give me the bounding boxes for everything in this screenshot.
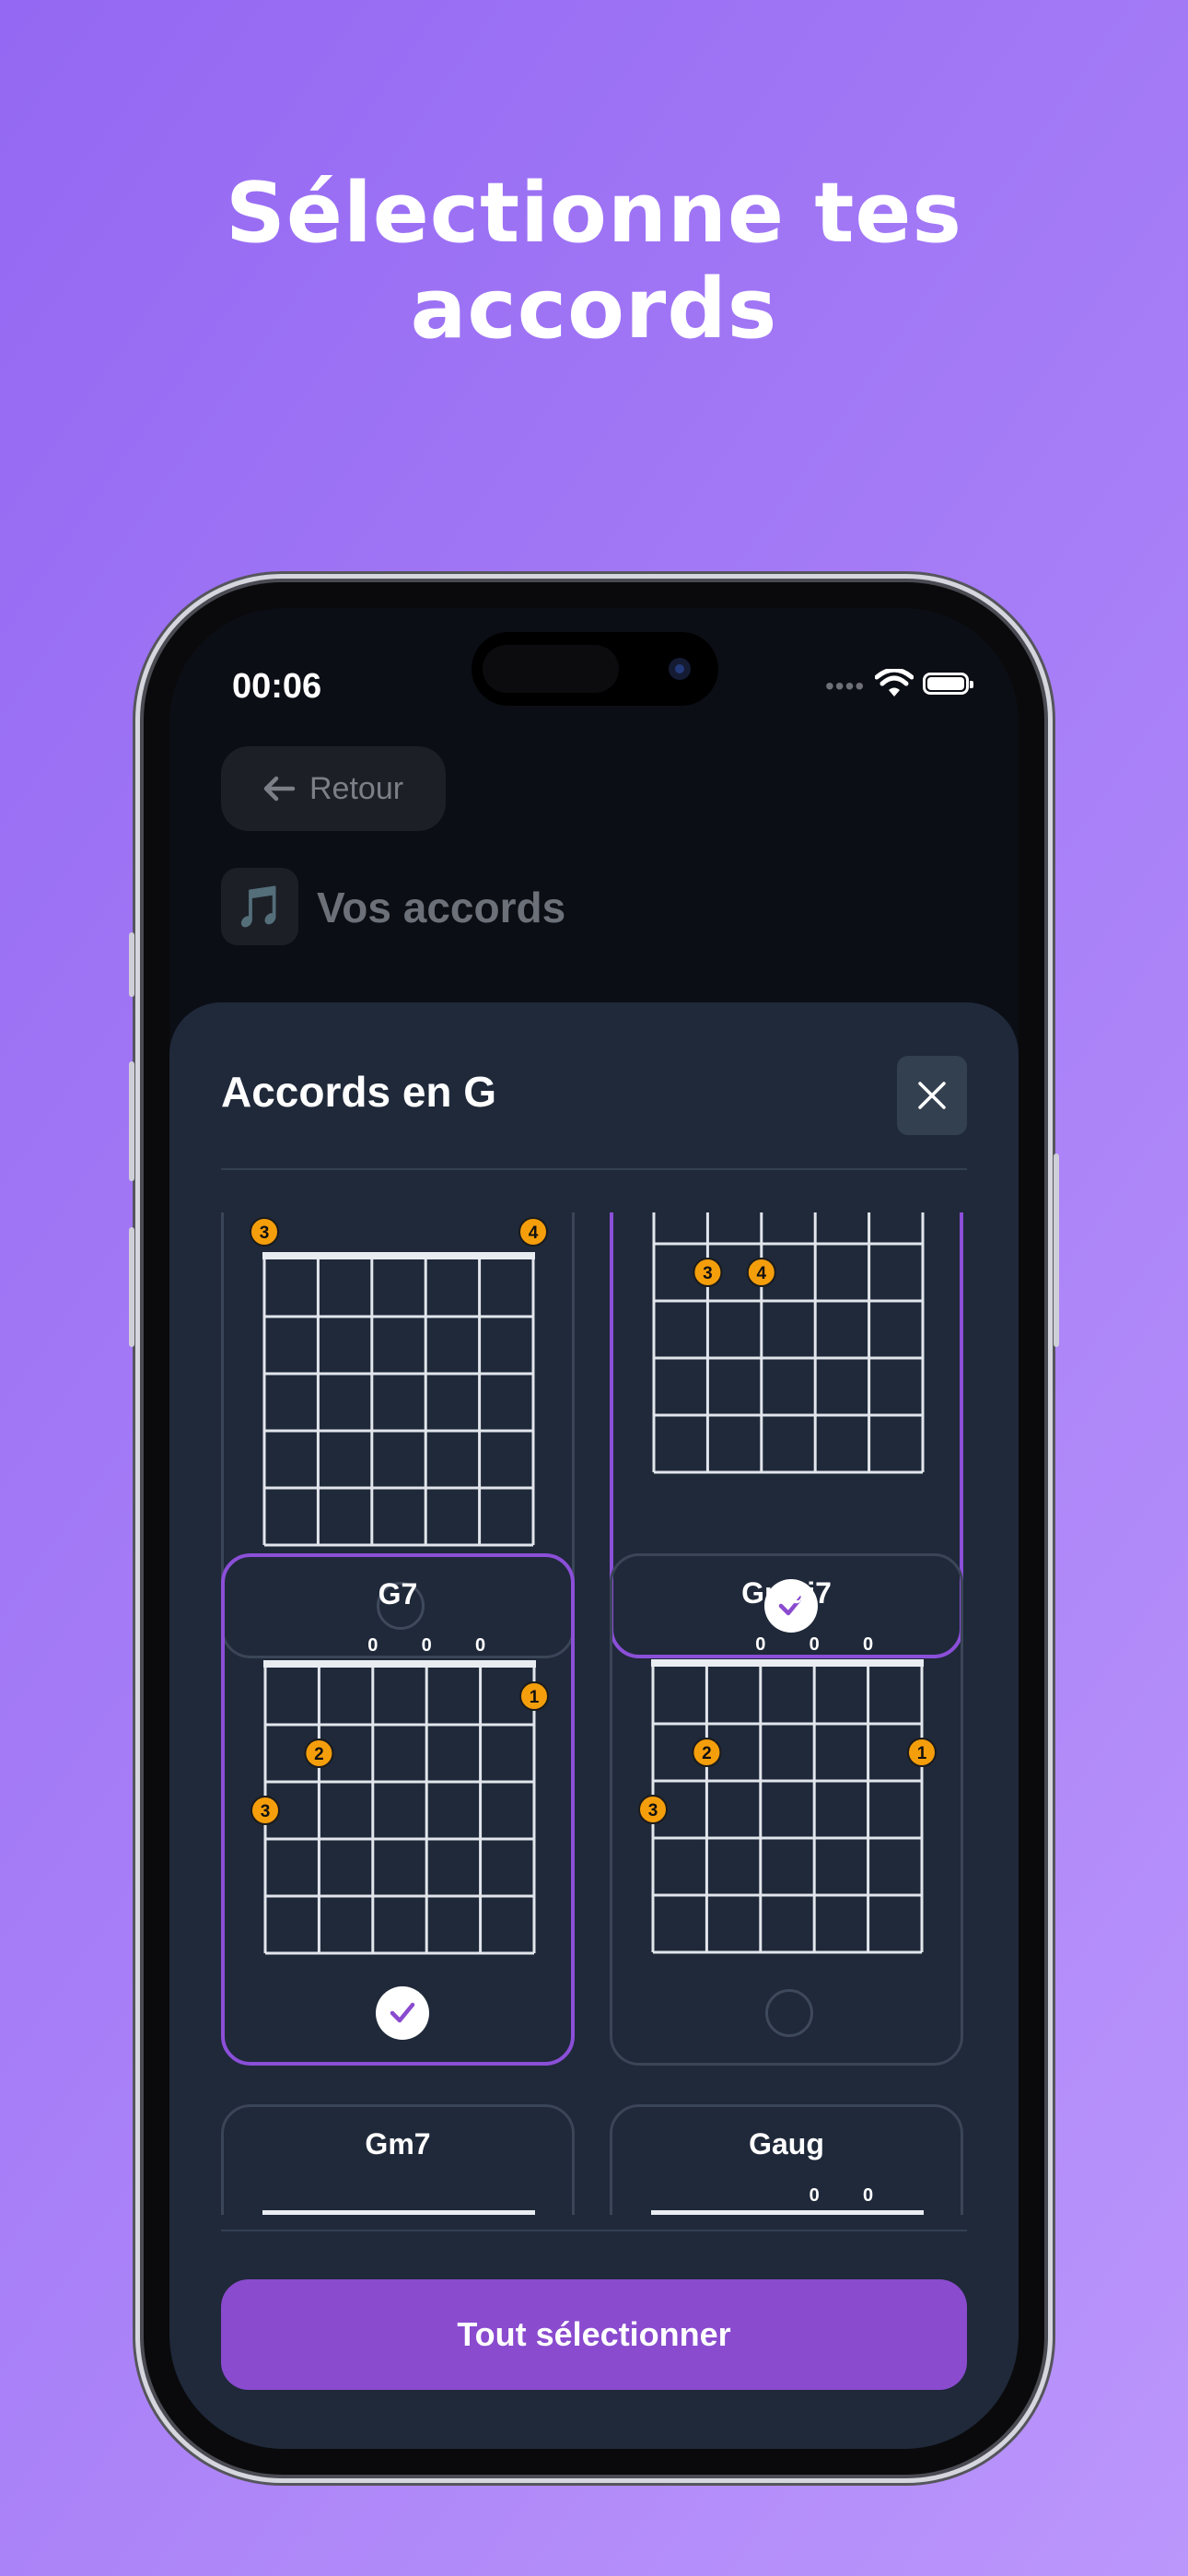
finger-label: 1 [530, 1688, 540, 1707]
select-all-button[interactable]: Tout sélectionner [221, 2279, 967, 2390]
chord-card-gm7[interactable]: Gm7 [221, 2104, 575, 2215]
finger-dot: 1 [519, 1681, 549, 1711]
nut [262, 2210, 535, 2215]
open-string-label: 0 [475, 1635, 485, 1656]
back-button[interactable]: Retour [221, 746, 446, 831]
chord-card-g7[interactable]: G7 0 0 0 1 2 3 [221, 1553, 575, 2066]
status-time: 00:06 [232, 667, 322, 706]
finger-dot: 3 [693, 1258, 723, 1287]
finger-label: 2 [314, 1745, 324, 1764]
chord-diagram: 0 0 0 2 1 3 [638, 1634, 937, 1954]
open-string-label: 0 [755, 1634, 765, 1655]
nut [651, 2210, 924, 2215]
chord-card-gmaj7[interactable]: Gmaj7 0 0 0 2 1 3 [610, 1553, 963, 2066]
finger-label: 3 [648, 1801, 658, 1821]
finger-label: 1 [917, 1744, 927, 1763]
chord-card-gaug[interactable]: Gaug 0 0 3 [610, 2104, 963, 2215]
finger-label: 2 [702, 1744, 712, 1763]
finger-dot: 3 [638, 1795, 668, 1824]
section-title: Vos accords [317, 884, 566, 931]
sheet-title: Accords en G [221, 1068, 497, 1116]
open-string-label: 0 [809, 1634, 820, 1655]
music-note-icon: 🎵 [221, 868, 298, 945]
chord-diagram: 0 03 [651, 2185, 924, 2215]
chord-grid: 3 4 3 4 G7 0 0 0 1 2 3 Gmaj7 0 0 0 2 1 3 Gm7 Gaug 0 0 3 [169, 1212, 1019, 2215]
volume-down-button [129, 1227, 134, 1347]
power-button [1054, 1153, 1059, 1347]
unselected-radio[interactable] [765, 1989, 813, 2037]
checkmark-icon[interactable] [376, 1986, 429, 2040]
phone-frame: 00:06 •••• Retour 🎵 Vos accords Accords … [129, 582, 1059, 2475]
open-string-label: 0 [367, 1635, 378, 1656]
arrow-left-icon [262, 774, 297, 803]
finger-dot: 4 [746, 1258, 776, 1287]
phone-screen: 00:06 •••• Retour 🎵 Vos accords Accords … [169, 608, 1019, 2449]
headline: Sélectionne tes accords [0, 166, 1188, 357]
chord-diagram [262, 2210, 535, 2215]
camera-icon [669, 658, 691, 680]
finger-label: 4 [529, 1224, 539, 1243]
chord-diagram: 34 [652, 1212, 925, 1474]
wifi-icon [875, 669, 914, 697]
chord-diagram: 34 [250, 1217, 548, 1547]
finger-dot: 1 [907, 1738, 937, 1767]
volume-up-button [129, 1061, 134, 1181]
chord-diagram: 0 0 0 1 2 3 [250, 1635, 549, 1955]
nut [262, 1252, 535, 1259]
battery-icon [923, 673, 973, 695]
finger-dot: 3 [250, 1796, 280, 1825]
close-button[interactable] [897, 1056, 967, 1135]
finger-dot: 3 [250, 1217, 279, 1247]
chord-sheet: Accords en G 3 4 3 4 G7 0 0 0 1 2 3 Gmaj7 0 0 0 2 1 3 Gm7 G… [169, 1002, 1019, 2449]
finger-dot: 2 [692, 1738, 722, 1767]
finger-label: 3 [260, 1224, 270, 1243]
headline-line-2: accords [410, 261, 778, 357]
dynamic-island [472, 632, 718, 706]
finger-dot: 4 [518, 1217, 548, 1247]
finger-dot: 2 [304, 1739, 334, 1768]
headline-line-1: Sélectionne tes [226, 165, 962, 262]
finger-label: 4 [757, 1264, 767, 1283]
sheet-divider-top [221, 1168, 967, 1170]
open-string-label: 0 [863, 1634, 873, 1655]
nut [263, 1660, 536, 1668]
sheet-divider-bottom [221, 2230, 967, 2231]
open-string-label: 0 [809, 2185, 820, 2206]
close-icon [918, 1082, 946, 1109]
finger-label: 3 [261, 1802, 271, 1821]
open-string-label: 0 [863, 2185, 873, 2206]
back-label: Retour [309, 770, 404, 806]
nut [651, 1659, 924, 1667]
signal-icon: •••• [825, 672, 866, 700]
open-string-label: 0 [422, 1635, 432, 1656]
finger-label: 3 [703, 1264, 713, 1283]
action-button [129, 932, 134, 997]
